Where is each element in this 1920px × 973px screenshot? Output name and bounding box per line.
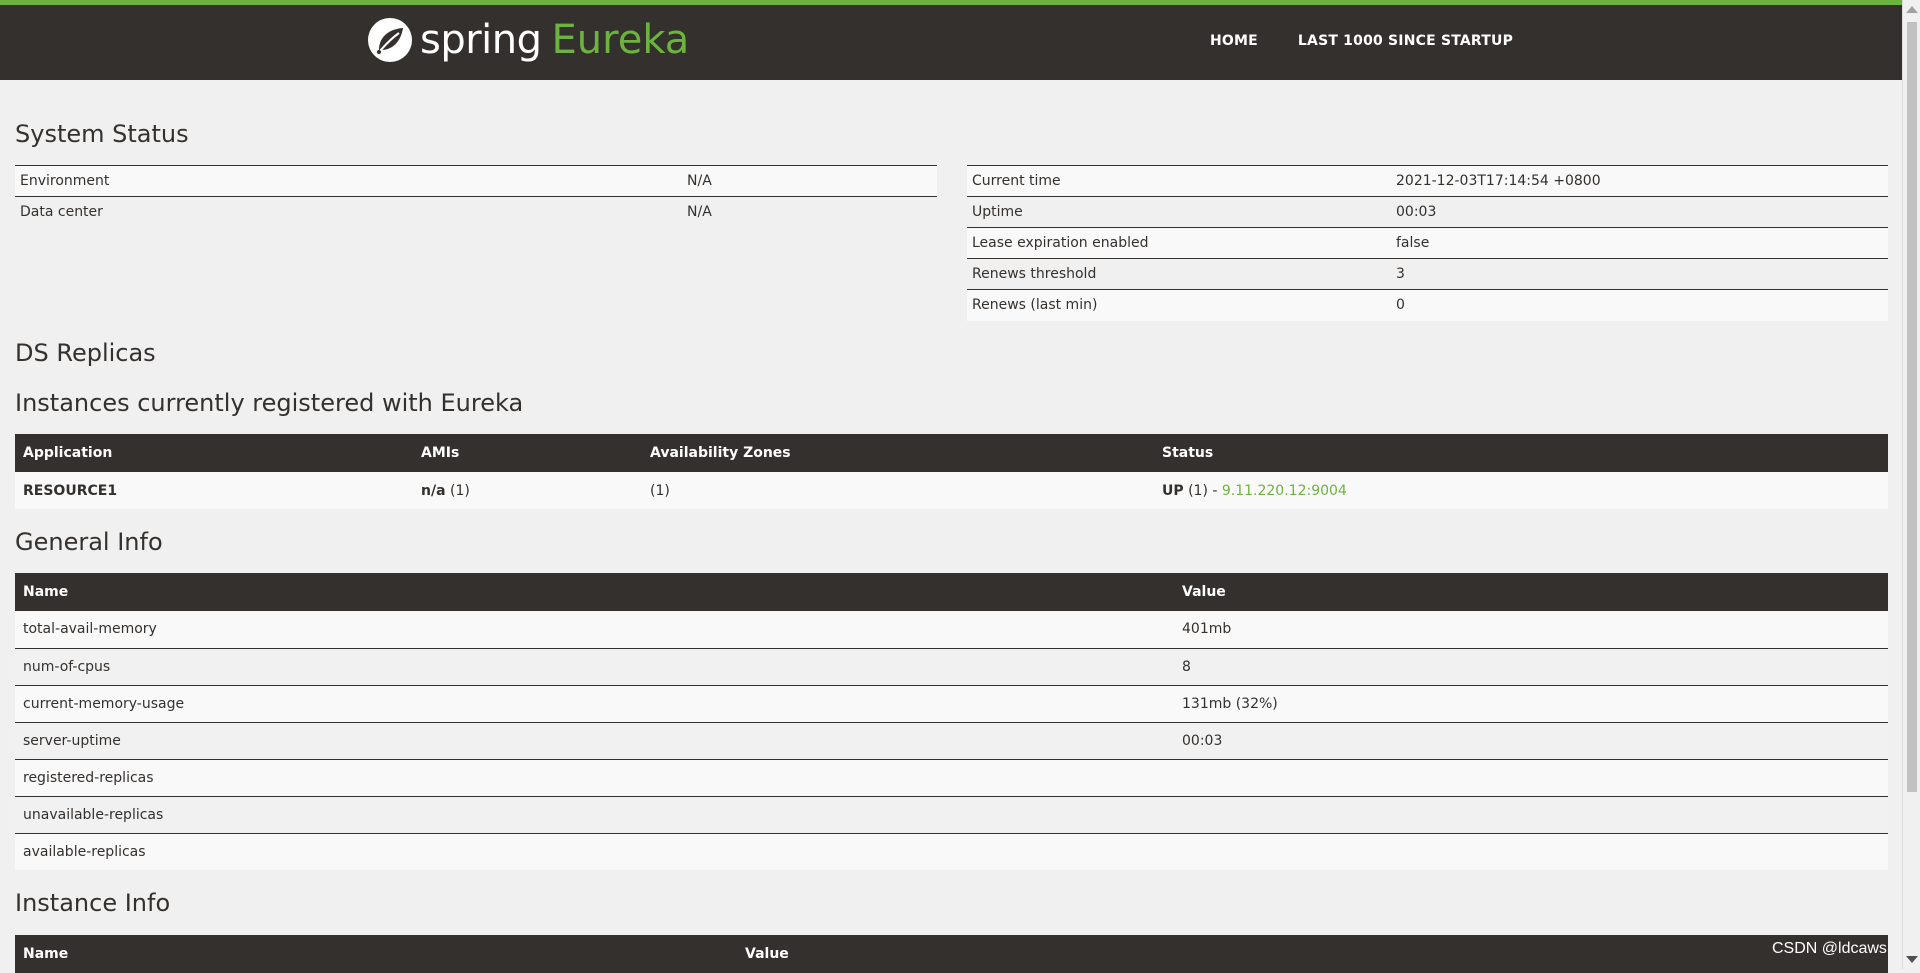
status-value: 3 [1391,258,1888,290]
info-value [1174,758,1888,796]
top-navbar: spring Eureka HOME LAST 1000 SINCE START… [0,0,1902,80]
instance-info-heading: Instance Info [15,889,171,917]
table-header-row: Name Value [15,573,1888,611]
table-row: available-replicas [15,832,1888,870]
col-name: Name [15,573,1174,611]
instances-heading: Instances currently registered with Eure… [15,389,524,417]
status-key: Environment [15,165,682,197]
status-value: 00:03 [1391,196,1888,228]
status-up: UP [1162,482,1184,499]
instance-application: RESOURCE1 [15,472,413,509]
status-count: (1) - [1183,482,1222,499]
instance-link[interactable]: 9.11.220.12:9004 [1222,483,1347,499]
table-row: num-of-cpus 8 [15,647,1888,685]
status-value: 0 [1391,289,1888,321]
table-row: server-uptime 00:03 [15,721,1888,759]
table-row: RESOURCE1 n/a (1) (1) UP (1) - 9.11.220.… [15,472,1888,509]
brand-eureka-text: Eureka [551,17,690,63]
scroll-down-arrow-icon[interactable] [1906,956,1918,963]
status-key: Uptime [967,196,1391,228]
info-value: 00:03 [1174,721,1888,759]
col-name: Name [15,935,737,973]
table-row: Uptime 00:03 [967,196,1888,228]
instance-status: UP (1) - 9.11.220.12:9004 [1154,472,1888,509]
info-value: 131mb (32%) [1174,684,1888,722]
system-status-left-table: Environment N/A Data center N/A [15,165,937,228]
nav-last-1000-link[interactable]: LAST 1000 SINCE STARTUP [1298,33,1513,49]
status-value: false [1391,227,1888,259]
general-info-table: Name Value total-avail-memory 401mb num-… [15,573,1888,870]
table-row: Current time 2021-12-03T17:14:54 +0800 [967,165,1888,197]
col-application: Application [15,434,413,472]
status-key: Lease expiration enabled [967,227,1391,259]
table-row: Environment N/A [15,165,937,197]
instance-amis: n/a (1) [413,472,642,509]
brand-spring-text: spring [420,17,542,63]
info-name: current-memory-usage [15,684,1174,722]
table-row: registered-replicas [15,758,1888,796]
table-header-row: Application AMIs Availability Zones Stat… [15,434,1888,472]
status-key: Current time [967,165,1391,197]
col-amis: AMIs [413,434,642,472]
instances-table: Application AMIs Availability Zones Stat… [15,434,1888,509]
ds-replicas-heading: DS Replicas [15,339,156,367]
info-name: registered-replicas [15,758,1174,796]
scroll-thumb[interactable] [1907,22,1917,792]
table-row: unavailable-replicas [15,795,1888,833]
table-header-row: Name Value [15,935,1888,973]
system-status-right-table: Current time 2021-12-03T17:14:54 +0800 U… [967,165,1888,321]
col-value: Value [1174,573,1888,611]
table-row: total-avail-memory 401mb [15,611,1888,648]
status-value: 2021-12-03T17:14:54 +0800 [1391,165,1888,197]
instance-zones: (1) [642,472,1154,509]
table-row: Renews threshold 3 [967,258,1888,290]
instance-info-table: Name Value [15,935,1888,973]
main-nav: HOME LAST 1000 SINCE STARTUP [1210,33,1513,49]
table-row: Lease expiration enabled false [967,227,1888,259]
amis-value: n/a [421,482,446,499]
status-value: N/A [682,165,937,197]
table-row: current-memory-usage 131mb (32%) [15,684,1888,722]
col-status: Status [1154,434,1888,472]
vertical-scrollbar[interactable] [1902,0,1920,969]
table-row: Renews (last min) 0 [967,289,1888,321]
info-name: available-replicas [15,832,1174,870]
info-name: total-avail-memory [15,611,1174,648]
status-key: Renews threshold [967,258,1391,290]
info-value: 401mb [1174,611,1888,648]
info-value [1174,832,1888,870]
info-name: server-uptime [15,721,1174,759]
brand-logo[interactable]: spring Eureka [366,15,689,65]
system-status-heading: System Status [15,120,189,148]
general-info-heading: General Info [15,528,163,556]
info-name: num-of-cpus [15,647,1174,685]
info-value [1174,795,1888,833]
status-key: Data center [15,196,682,228]
amis-count: (1) [445,482,470,499]
col-availability-zones: Availability Zones [642,434,1154,472]
status-value: N/A [682,196,937,228]
nav-home-link[interactable]: HOME [1210,33,1258,49]
info-value: 8 [1174,647,1888,685]
watermark: CSDN @ldcaws [1772,940,1887,957]
scroll-up-arrow-icon[interactable] [1906,6,1918,13]
spring-leaf-icon [368,18,412,62]
status-key: Renews (last min) [967,289,1391,321]
info-name: unavailable-replicas [15,795,1174,833]
col-value: Value [737,935,1888,973]
table-row: Data center N/A [15,196,937,228]
